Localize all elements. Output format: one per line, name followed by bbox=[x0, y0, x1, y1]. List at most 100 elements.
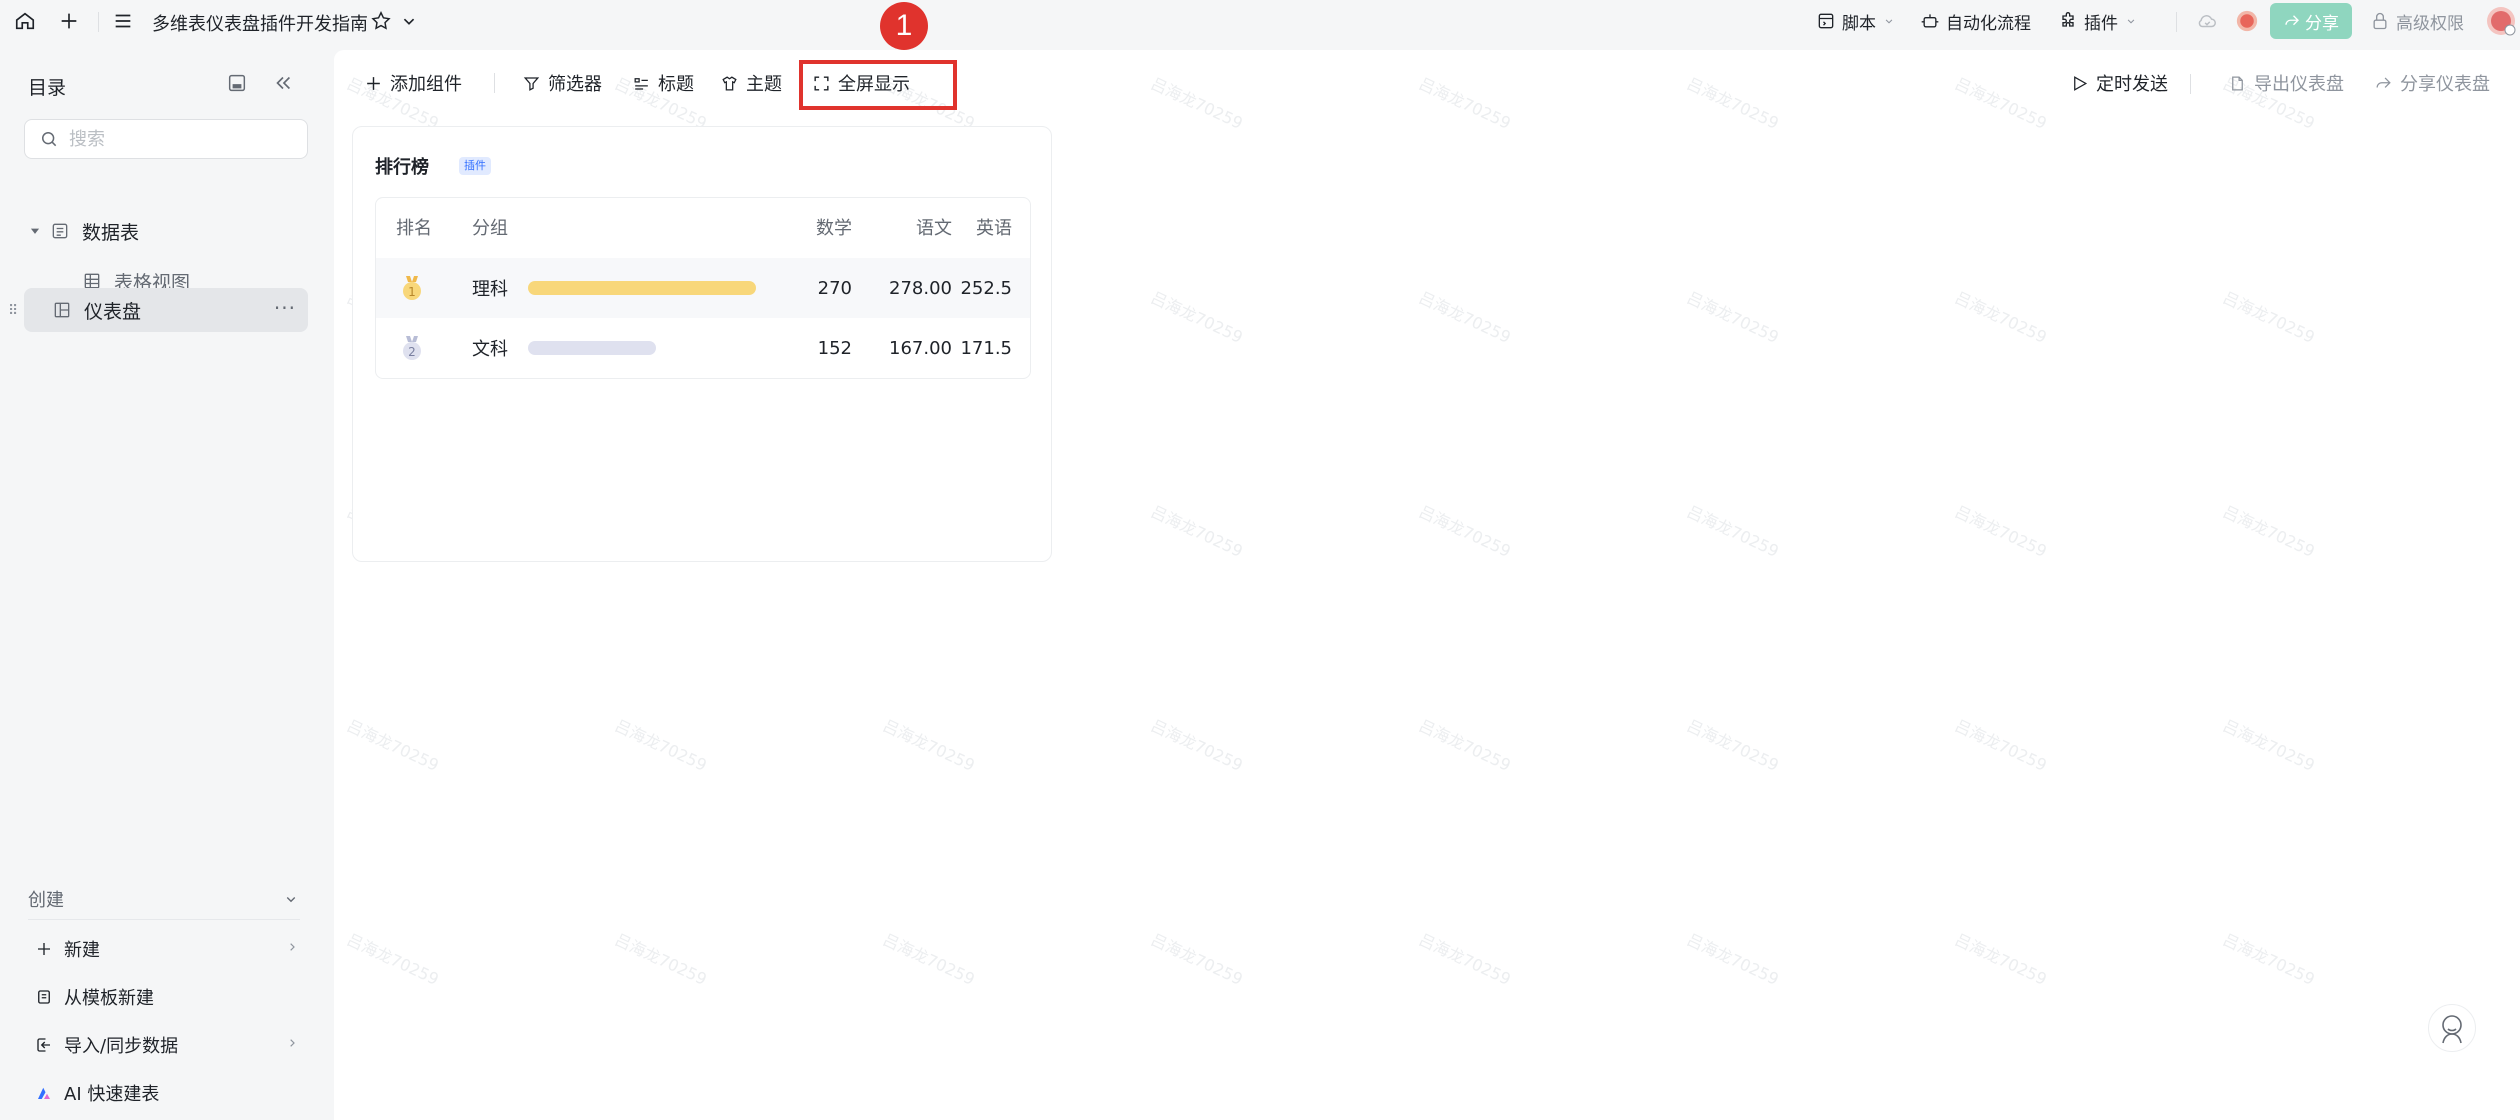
watermark-text: 吕海龙70259 bbox=[1951, 715, 2050, 775]
watermark-text: 吕海龙70259 bbox=[1683, 501, 1782, 561]
chevron-right-icon bbox=[284, 939, 300, 960]
plugin-menu[interactable]: 插件 bbox=[2058, 6, 2138, 36]
collapse-sidebar-icon[interactable] bbox=[270, 70, 296, 96]
watermark-text: 吕海龙70259 bbox=[1147, 287, 1246, 347]
template-icon bbox=[34, 987, 54, 1007]
watermark-text: 吕海龙70259 bbox=[1683, 929, 1782, 989]
import-icon bbox=[34, 1035, 54, 1055]
share-label: 分享 bbox=[2305, 13, 2339, 34]
sidebar-item-datatable[interactable]: 数据表 bbox=[24, 209, 308, 253]
advanced-permission-button[interactable]: 高级权限 bbox=[2370, 6, 2464, 36]
watermark-text: 吕海龙70259 bbox=[1415, 929, 1514, 989]
add-component-button[interactable]: 添加组件 bbox=[364, 68, 462, 98]
watermark-text: 吕海龙70259 bbox=[879, 929, 978, 989]
watermark-text: 吕海龙70259 bbox=[2219, 501, 2318, 561]
watermark-text: 吕海龙70259 bbox=[1415, 287, 1514, 347]
progress-bar bbox=[528, 281, 756, 295]
chevron-down-icon bbox=[286, 897, 296, 903]
table-icon bbox=[52, 223, 68, 239]
title-icon bbox=[634, 77, 648, 90]
search-box[interactable] bbox=[24, 119, 308, 159]
watermark-text: 吕海龙70259 bbox=[1683, 73, 1782, 133]
ai-create-table-item[interactable]: AI 快速建表 bbox=[34, 1075, 300, 1111]
puzzle-icon bbox=[2062, 12, 2074, 27]
card-title: 排行榜 bbox=[375, 157, 429, 178]
ranking-table: 排名 分组 数学 语文 英语 1 理科 270 278.00 252.5 2 文… bbox=[375, 197, 1031, 379]
watermark-text: 吕海龙70259 bbox=[1951, 929, 2050, 989]
share-icon bbox=[2376, 77, 2391, 88]
create-new-item[interactable]: 新建 bbox=[34, 931, 300, 967]
watermark-text: 吕海龙70259 bbox=[1415, 501, 1514, 561]
column-header: 分组 bbox=[472, 218, 508, 239]
document-title[interactable]: 多维表仪表盘插件开发指南 bbox=[152, 10, 368, 36]
plus-icon bbox=[367, 76, 380, 90]
add-component-label: 添加组件 bbox=[390, 74, 462, 95]
chevron-down-icon[interactable] bbox=[396, 8, 422, 34]
watermark-text: 吕海龙70259 bbox=[611, 715, 710, 775]
cloud-icon[interactable] bbox=[2194, 8, 2220, 34]
search-icon bbox=[42, 132, 57, 147]
assistant-button[interactable] bbox=[2428, 1004, 2476, 1052]
ranking-card[interactable]: 排行榜 插件 排名 分组 数学 语文 英语 1 理科 270 278.00 25… bbox=[352, 126, 1052, 562]
import-sync-item[interactable]: 导入/同步数据 bbox=[34, 1027, 300, 1063]
table-row: 2 文科 152 167.00 171.5 bbox=[376, 318, 1030, 378]
create-from-template-item[interactable]: 从模板新建 bbox=[34, 979, 300, 1015]
chevron-down-icon bbox=[2127, 19, 2135, 24]
watermark-text: 吕海龙70259 bbox=[2219, 929, 2318, 989]
share-dashboard-button[interactable]: 分享仪表盘 bbox=[2374, 68, 2490, 98]
drag-handle-icon[interactable]: ⠿ bbox=[8, 301, 18, 321]
layout-icon[interactable] bbox=[224, 70, 250, 96]
avatar[interactable] bbox=[2234, 8, 2260, 34]
title-button[interactable]: 标题 bbox=[632, 68, 694, 98]
dashboard-icon bbox=[54, 302, 70, 318]
create-header-label: 创建 bbox=[28, 890, 64, 911]
theme-label: 主题 bbox=[746, 74, 782, 95]
watermark-text: 吕海龙70259 bbox=[1951, 501, 2050, 561]
theme-button[interactable]: 主题 bbox=[720, 68, 782, 98]
watermark-text: 吕海龙70259 bbox=[1683, 287, 1782, 347]
watermark-text: 吕海龙70259 bbox=[343, 929, 442, 989]
title-label: 标题 bbox=[658, 74, 694, 95]
assistant-icon bbox=[2442, 1015, 2462, 1044]
automation-button[interactable]: 自动化流程 bbox=[1920, 6, 2031, 36]
watermark-text: 吕海龙70259 bbox=[1147, 929, 1246, 989]
sidebar-item-label: 数据表 bbox=[82, 221, 140, 244]
create-item-label: AI 快速建表 bbox=[64, 1084, 160, 1105]
sidebar-item-dashboard[interactable]: 仪表盘 ··· bbox=[24, 288, 308, 332]
chinese-cell: 167.00 bbox=[889, 337, 952, 359]
menu-icon[interactable] bbox=[110, 8, 136, 34]
plugin-tag: 插件 bbox=[459, 157, 491, 175]
column-header: 数学 bbox=[816, 218, 852, 239]
lock-icon bbox=[2373, 12, 2387, 30]
watermark-text: 吕海龙70259 bbox=[1415, 715, 1514, 775]
star-icon[interactable] bbox=[368, 8, 394, 34]
create-item-label: 从模板新建 bbox=[64, 988, 154, 1009]
create-section-header[interactable]: 创建 bbox=[28, 886, 300, 912]
user-avatar[interactable] bbox=[2486, 6, 2516, 36]
more-icon[interactable]: ··· bbox=[274, 296, 296, 320]
scheduled-send-label: 定时发送 bbox=[2096, 74, 2168, 95]
filter-label: 筛选器 bbox=[548, 74, 602, 95]
share-icon bbox=[2285, 15, 2299, 26]
math-cell: 152 bbox=[817, 337, 852, 359]
caret-down-icon bbox=[30, 228, 40, 234]
watermark-text: 吕海龙70259 bbox=[1147, 73, 1246, 133]
watermark-text: 吕海龙70259 bbox=[1147, 715, 1246, 775]
table-row: 1 理科 270 278.00 252.5 bbox=[376, 258, 1030, 318]
export-dashboard-button[interactable]: 导出仪表盘 bbox=[2228, 68, 2344, 98]
ai-icon bbox=[34, 1083, 54, 1103]
plus-icon[interactable] bbox=[56, 8, 82, 34]
sidebar: 目录 数据表 表格视图 ⠿ 仪表盘 ··· 创建 新建 从模板新建 导入/同步 bbox=[0, 43, 330, 1120]
english-cell: 171.5 bbox=[960, 337, 1012, 359]
share-button[interactable]: 分享 bbox=[2270, 3, 2352, 39]
filter-button[interactable]: 筛选器 bbox=[522, 68, 602, 98]
automation-label: 自动化流程 bbox=[1946, 13, 2031, 34]
scheduled-send-button[interactable]: 定时发送 bbox=[2070, 68, 2168, 98]
export-dashboard-label: 导出仪表盘 bbox=[2254, 74, 2344, 95]
search-input[interactable] bbox=[69, 128, 289, 150]
script-menu[interactable]: 脚本 bbox=[1816, 6, 1896, 36]
math-cell: 270 bbox=[817, 277, 852, 299]
chinese-cell: 278.00 bbox=[889, 277, 952, 299]
sidebar-item-label: 仪表盘 bbox=[84, 300, 142, 323]
home-icon[interactable] bbox=[12, 8, 38, 34]
